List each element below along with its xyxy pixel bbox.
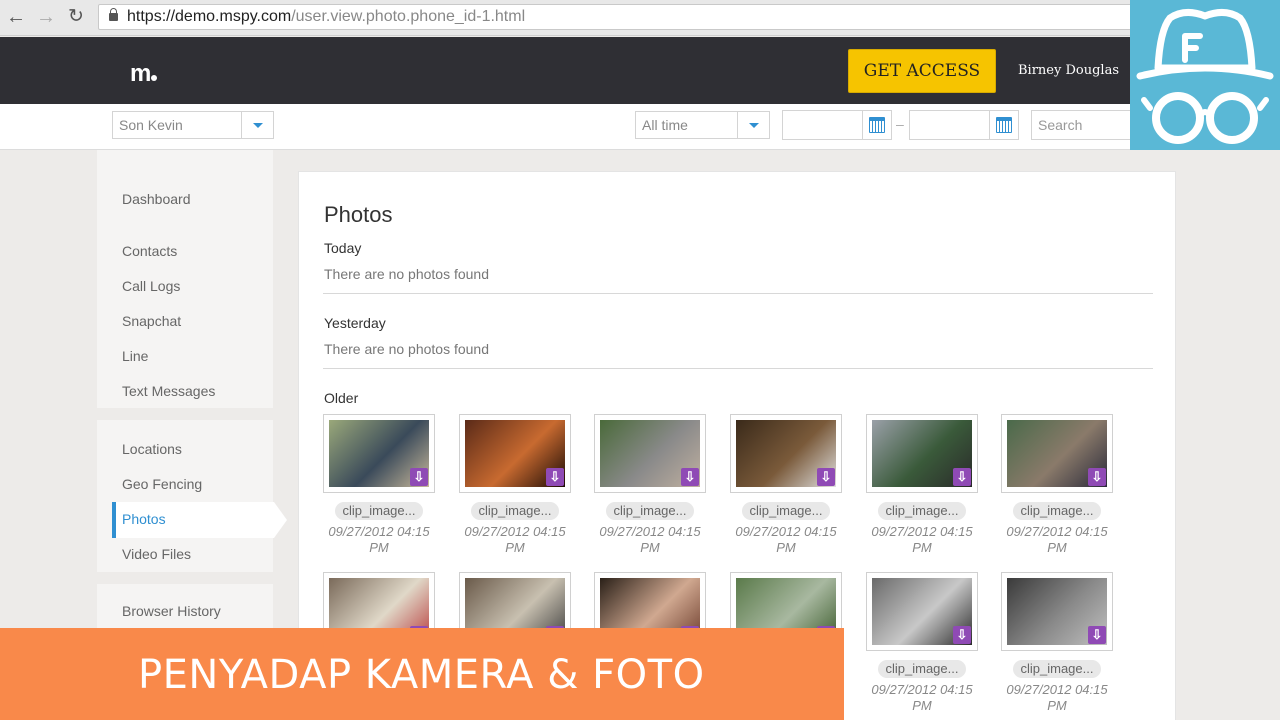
photo-date: 09/27/2012 04:15 PM bbox=[1006, 524, 1108, 555]
photo-filename: clip_image... bbox=[878, 660, 966, 678]
sidebar-item-browser-history[interactable]: Browser History bbox=[122, 603, 221, 619]
photo-filename: clip_image... bbox=[471, 502, 559, 520]
sidebar-item-line[interactable]: Line bbox=[122, 348, 148, 364]
photo-card[interactable]: ⇩ clip_image... 09/27/2012 04:15 PM bbox=[730, 414, 842, 556]
download-icon[interactable]: ⇩ bbox=[546, 468, 564, 486]
photo-filename: clip_image... bbox=[878, 502, 966, 520]
photo-filename: clip_image... bbox=[1013, 660, 1101, 678]
photo-filename: clip_image... bbox=[1013, 502, 1101, 520]
photo-date: 09/27/2012 04:15 PM bbox=[1006, 682, 1108, 713]
photo-card[interactable]: ⇩ clip_image... 09/27/2012 04:15 PM bbox=[594, 414, 706, 556]
sidebar-item-dashboard[interactable]: Dashboard bbox=[122, 191, 191, 207]
sidebar-item-geo-fencing[interactable]: Geo Fencing bbox=[122, 476, 202, 492]
sidebar-item-call-logs[interactable]: Call Logs bbox=[122, 278, 180, 294]
photo-filename: clip_image... bbox=[335, 502, 423, 520]
download-icon[interactable]: ⇩ bbox=[1088, 468, 1106, 486]
divider bbox=[862, 111, 863, 139]
mspy-logo[interactable]: m bbox=[130, 60, 158, 88]
photo-thumbnail-frame[interactable]: ⇩ bbox=[1001, 572, 1113, 651]
section-today-empty-message: There are no photos found bbox=[324, 266, 490, 282]
forward-arrow-icon[interactable]: → bbox=[34, 6, 58, 28]
page-title: Photos bbox=[324, 202, 393, 227]
photo-thumbnail-frame[interactable]: ⇩ bbox=[1001, 414, 1113, 493]
divider bbox=[989, 111, 990, 139]
date-from-field[interactable] bbox=[782, 110, 892, 140]
sidebar-divider bbox=[97, 572, 273, 584]
photo-thumbnail-frame[interactable]: ⇩ bbox=[730, 414, 842, 493]
chevron-down-icon[interactable] bbox=[241, 112, 273, 138]
photo-thumbnail-frame[interactable]: ⇩ bbox=[459, 414, 571, 493]
banner-text: PENYADAP KAMERA & FOTO bbox=[138, 652, 705, 698]
download-icon[interactable]: ⇩ bbox=[953, 626, 971, 644]
photo-date: 09/27/2012 04:15 PM bbox=[328, 524, 430, 555]
download-icon[interactable]: ⇩ bbox=[953, 468, 971, 486]
chevron-down-icon[interactable] bbox=[737, 112, 769, 138]
sidebar-divider bbox=[97, 408, 273, 420]
photo-date: 09/27/2012 04:15 PM bbox=[735, 524, 837, 555]
browser-toolbar: ← → ↻ https://demo.mspy.com/user.view.ph… bbox=[0, 0, 1280, 36]
time-range-value: All time bbox=[642, 117, 688, 133]
photo-thumbnail-frame[interactable]: ⇩ bbox=[866, 572, 978, 651]
download-icon[interactable]: ⇩ bbox=[1088, 626, 1106, 644]
incognito-spy-icon bbox=[1136, 9, 1274, 144]
photo-filename: clip_image... bbox=[742, 502, 830, 520]
photo-date: 09/27/2012 04:15 PM bbox=[599, 524, 701, 555]
calendar-icon[interactable] bbox=[869, 117, 885, 133]
photo-filename: clip_image... bbox=[606, 502, 694, 520]
reload-icon[interactable]: ↻ bbox=[64, 6, 88, 28]
device-select[interactable]: Son Kevin bbox=[112, 111, 274, 139]
time-range-select[interactable]: All time bbox=[635, 111, 770, 139]
date-to-field[interactable] bbox=[909, 110, 1019, 140]
user-name[interactable]: Birney Douglas bbox=[1018, 63, 1119, 78]
filter-bar: Son Kevin All time – bbox=[0, 104, 1280, 150]
sidebar-item-text-messages[interactable]: Text Messages bbox=[122, 383, 215, 399]
spy-logo bbox=[1130, 0, 1280, 150]
section-today-label: Today bbox=[324, 240, 362, 256]
section-divider bbox=[323, 293, 1153, 294]
logo-text: m bbox=[130, 60, 151, 87]
photo-thumbnail-frame[interactable]: ⇩ bbox=[866, 414, 978, 493]
photo-card[interactable]: ⇩ clip_image... 09/27/2012 04:15 PM bbox=[866, 572, 978, 714]
photo-date: 09/27/2012 04:15 PM bbox=[871, 682, 973, 713]
app-header: m GET ACCESS Birney Douglas bbox=[0, 37, 1280, 104]
back-arrow-icon[interactable]: ← bbox=[4, 6, 28, 28]
section-yesterday-empty-message: There are no photos found bbox=[324, 341, 490, 357]
logo-dot bbox=[151, 75, 158, 81]
download-icon[interactable]: ⇩ bbox=[817, 468, 835, 486]
section-older-label: Older bbox=[324, 390, 359, 406]
sidebar-item-locations[interactable]: Locations bbox=[122, 441, 182, 457]
calendar-icon[interactable] bbox=[996, 117, 1012, 133]
photo-card[interactable]: ⇩ clip_image... 09/27/2012 04:15 PM bbox=[866, 414, 978, 556]
caption-banner: PENYADAP KAMERA & FOTO bbox=[0, 628, 844, 720]
section-yesterday-label: Yesterday bbox=[324, 315, 386, 331]
lock-icon bbox=[109, 8, 118, 21]
photo-card[interactable]: ⇩ clip_image... 09/27/2012 04:15 PM bbox=[1001, 414, 1113, 556]
download-icon[interactable]: ⇩ bbox=[410, 468, 428, 486]
photo-card[interactable]: ⇩ clip_image... 09/27/2012 04:15 PM bbox=[323, 414, 435, 556]
date-range-separator: – bbox=[896, 116, 904, 132]
device-select-value: Son Kevin bbox=[119, 117, 183, 133]
get-access-button[interactable]: GET ACCESS bbox=[848, 49, 996, 93]
sidebar-item-photos[interactable]: Photos bbox=[122, 511, 166, 527]
photo-card[interactable]: ⇩ clip_image... 09/27/2012 04:15 PM bbox=[459, 414, 571, 556]
sidebar-item-video-files[interactable]: Video Files bbox=[122, 546, 191, 562]
photo-date: 09/27/2012 04:15 PM bbox=[871, 524, 973, 555]
section-divider bbox=[323, 368, 1153, 369]
url-path: /user.view.photo.phone_id-1.html bbox=[291, 8, 526, 25]
photo-card[interactable]: ⇩ clip_image... 09/27/2012 04:15 PM bbox=[1001, 572, 1113, 714]
sidebar-item-snapchat[interactable]: Snapchat bbox=[122, 313, 181, 329]
photo-thumbnail-frame[interactable]: ⇩ bbox=[323, 414, 435, 493]
sidebar-item-contacts[interactable]: Contacts bbox=[122, 243, 177, 259]
address-bar[interactable]: https://demo.mspy.com/user.view.photo.ph… bbox=[98, 4, 1198, 30]
download-icon[interactable]: ⇩ bbox=[681, 468, 699, 486]
url-host: https://demo.mspy.com bbox=[127, 8, 292, 25]
search-input[interactable] bbox=[1031, 110, 1141, 140]
photo-thumbnail-frame[interactable]: ⇩ bbox=[594, 414, 706, 493]
photo-date: 09/27/2012 04:15 PM bbox=[464, 524, 566, 555]
